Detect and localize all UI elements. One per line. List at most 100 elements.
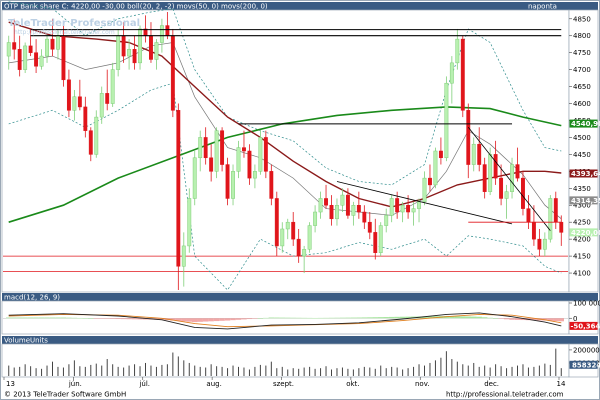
- volume-bar: [298, 368, 300, 376]
- macd-histogram-bar: [558, 318, 564, 322]
- price-tag-label: 4540,90: [571, 120, 600, 128]
- candle-body: [17, 49, 22, 70]
- candle-body: [236, 147, 241, 172]
- candle-body: [285, 221, 290, 230]
- macd-histogram-bar: [82, 318, 89, 319]
- macd-histogram-bar: [208, 318, 214, 322]
- candle-body: [252, 171, 257, 179]
- volume-bar: [254, 366, 256, 376]
- candle-body: [307, 225, 312, 250]
- candle-body: [356, 204, 361, 213]
- macd-histogram-bar: [481, 317, 488, 319]
- macd-histogram-bar: [285, 317, 291, 319]
- volume-bar: [473, 362, 475, 376]
- candle-body: [482, 164, 487, 192]
- watermark-brand: TeleTrader Professional: [8, 18, 140, 29]
- macd-histogram-bar: [492, 318, 499, 319]
- volume-bar: [363, 366, 365, 376]
- volume-bar: [456, 361, 458, 376]
- macd-histogram-bar: [399, 316, 406, 319]
- candle: [521, 171, 525, 216]
- macd-histogram-bar: [246, 318, 253, 320]
- volume-bar: [385, 368, 387, 376]
- macd-histogram-bar: [476, 316, 482, 319]
- macd-histogram-bar: [99, 318, 105, 319]
- candle: [220, 127, 225, 172]
- candle-body: [449, 62, 454, 84]
- volume-tick-label: 2000000: [573, 346, 600, 354]
- macd-panel: macd(12, 26, 9) 100 0000-50,3646: [1, 293, 600, 335]
- volume-bar: [8, 365, 10, 376]
- macd-histogram-bar: [115, 318, 121, 320]
- candle-body: [318, 198, 323, 213]
- macd-histogram-bar: [454, 316, 461, 319]
- volume-bar: [205, 367, 207, 376]
- volume-bar: [495, 364, 497, 376]
- volume-bar: [560, 368, 562, 376]
- volume-bar: [418, 364, 420, 376]
- macd-histogram-bar: [317, 317, 324, 319]
- macd-histogram-bar: [312, 317, 318, 319]
- candle: [214, 127, 219, 179]
- macd-histogram-bar: [186, 318, 192, 322]
- candle-body: [504, 191, 509, 199]
- candle: [110, 62, 115, 107]
- macd-histogram-bar: [503, 318, 510, 320]
- macd-histogram-bar: [252, 318, 258, 319]
- macd-histogram-bar: [27, 317, 34, 319]
- candle-body: [50, 38, 55, 50]
- candle-body: [548, 198, 553, 240]
- candle: [548, 195, 553, 243]
- volume-bar: [413, 366, 415, 376]
- footer-copyright: © 2013 TeleTrader Software GmbH: [4, 391, 126, 399]
- candle: [176, 103, 181, 290]
- candle-body: [192, 157, 197, 199]
- price-tick-label: 4700: [573, 66, 591, 74]
- watermark-url: http://professional.teletrader.com: [14, 29, 115, 36]
- candle-body: [367, 221, 372, 233]
- macd-histogram-bar: [38, 317, 45, 319]
- macd-histogram-bar: [11, 317, 17, 319]
- price-tick-label: 4100: [573, 270, 591, 278]
- candle: [263, 130, 268, 179]
- macd-histogram-bar: [16, 317, 23, 319]
- volume-bar: [276, 368, 278, 376]
- macd-histogram-bar: [241, 318, 247, 320]
- candle-body: [66, 79, 71, 111]
- candle-body: [165, 25, 170, 36]
- candle: [170, 28, 175, 118]
- candle-body: [181, 245, 186, 267]
- volume-bar: [555, 348, 557, 376]
- macd-histogram-bar: [202, 318, 209, 322]
- volume-bar: [478, 366, 480, 376]
- candle-body: [362, 211, 367, 223]
- macd-histogram-bar: [88, 318, 94, 319]
- macd-histogram-bar: [55, 317, 61, 319]
- volume-bar: [369, 367, 371, 376]
- macd-histogram-bar: [49, 317, 56, 319]
- macd-histogram-bar: [257, 318, 264, 319]
- volume-bar: [265, 365, 267, 376]
- volume-bar: [391, 366, 393, 376]
- volume-bar: [145, 362, 146, 376]
- volume-plot-area: [1, 343, 570, 378]
- macd-histogram-bar: [367, 317, 373, 319]
- candle-body: [94, 116, 99, 155]
- candle-body: [176, 110, 181, 267]
- macd-histogram-bar: [465, 316, 471, 319]
- candle-body: [531, 221, 536, 240]
- candle-body: [433, 150, 438, 186]
- volume-bar: [336, 368, 338, 376]
- candle-body: [127, 49, 132, 57]
- volume-bar: [445, 351, 447, 376]
- candle-body: [225, 164, 230, 199]
- macd-histogram-bar: [388, 316, 395, 319]
- candle-body: [471, 143, 476, 165]
- price-tick-label: 4750: [573, 49, 591, 57]
- candle-body: [154, 42, 159, 60]
- volume-bar: [57, 366, 59, 376]
- candle: [258, 130, 263, 175]
- volume-bar: [331, 369, 332, 376]
- candle-body: [274, 198, 279, 247]
- macd-histogram-bar: [213, 318, 220, 322]
